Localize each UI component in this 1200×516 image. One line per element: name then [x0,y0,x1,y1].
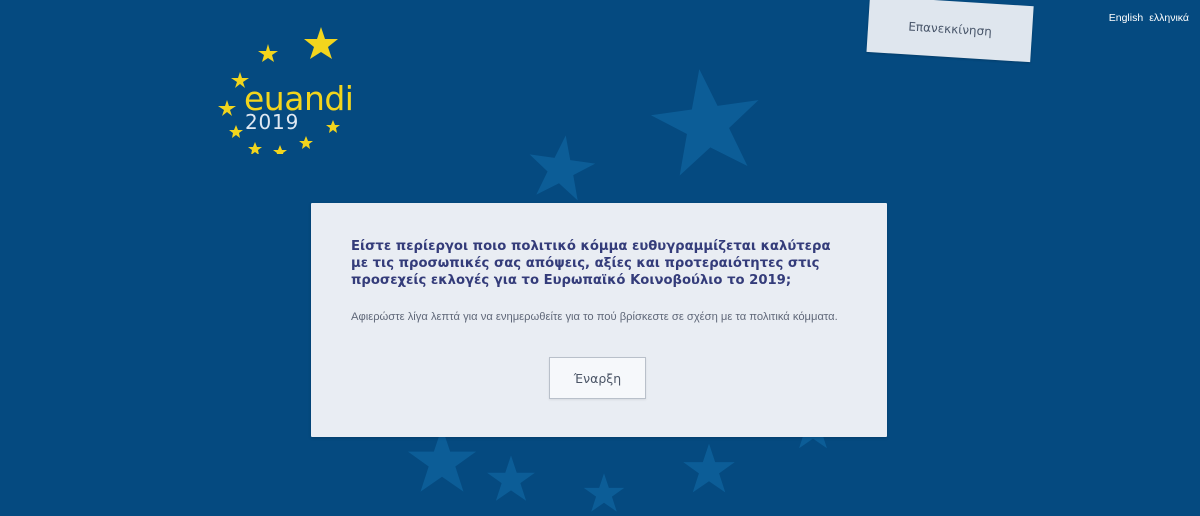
intro-card: Είστε περίεργοι ποιο πολιτικό κόμμα ευθυ… [311,203,887,437]
euandi-logo: euandi 2019 [212,24,362,158]
language-option-greek[interactable]: ελληνικά [1149,13,1189,24]
decorative-star-icon [683,443,735,493]
intro-question: Είστε περίεργοι ποιο πολιτικό κόμμα ευθυ… [351,239,831,288]
logo-year: 2019 [245,110,300,134]
language-option-english[interactable]: English [1109,13,1143,24]
decorative-star-icon [487,455,535,501]
start-button[interactable]: Έναρξη [549,357,646,399]
language-switcher: English ελληνικά [1109,13,1189,24]
decorative-star-icon [650,69,759,176]
decorative-star-icon [529,135,596,201]
intro-description: Αφιερώστε λίγα λεπτά για να ενημερωθείτε… [351,311,838,324]
restart-button[interactable]: Επανεκκίνηση [866,0,1034,63]
decorative-star-icon [583,473,625,512]
